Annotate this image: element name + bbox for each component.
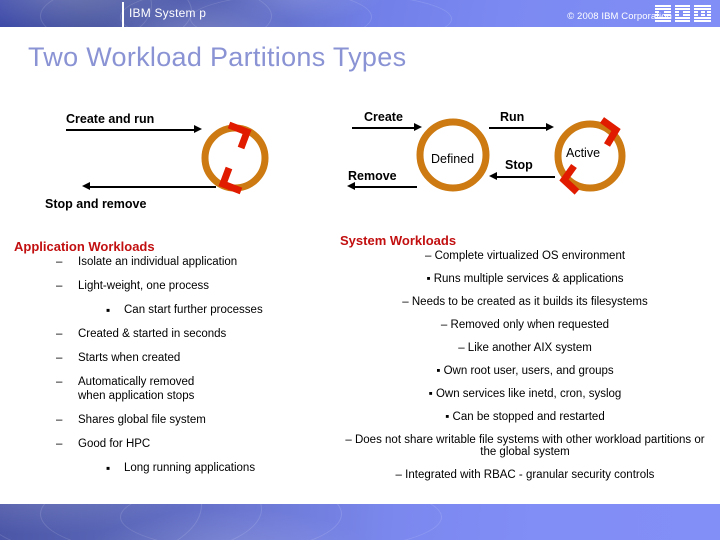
- diagram-label-create: Create: [364, 110, 403, 124]
- list-item: ▪ Own root user, users, and groups: [340, 365, 710, 377]
- footer-swirl-3: [40, 504, 342, 540]
- list-item: – Starts when created: [14, 351, 334, 365]
- list-item: ▪ Long running applications: [14, 461, 334, 475]
- heading-application-workloads: Application Workloads: [14, 239, 155, 254]
- list-item: – Removed only when requested: [340, 319, 710, 331]
- list-item-label: Long running applications: [124, 462, 256, 474]
- footer-swirl-2: [0, 504, 262, 540]
- list-item: – Shares global file system: [14, 413, 334, 427]
- lifecycle-ring-left: [201, 121, 269, 195]
- dash-bullet-icon: –: [56, 280, 63, 292]
- arrow-shaft-stop: [497, 176, 555, 178]
- arrow-shaft-run: [489, 127, 546, 129]
- dash-bullet-icon: –: [345, 434, 352, 446]
- list-item: ▪ Runs multiple services & applications: [340, 273, 710, 285]
- list-item-label: Like another AIX system: [467, 342, 592, 354]
- diagram-label-stop: Stop: [505, 158, 533, 172]
- dash-bullet-icon: –: [458, 342, 465, 354]
- square-bullet-icon: ▪: [436, 365, 441, 377]
- square-bullet-icon: ▪: [106, 461, 111, 475]
- list-item-label: Complete virtualized OS environment: [434, 250, 626, 262]
- list-item: ▪ Can start further processes: [14, 303, 334, 317]
- square-bullet-icon: ▪: [106, 303, 111, 317]
- list-item-label: Light-weight, one process: [78, 280, 210, 292]
- list-item: ▪ Own services like inetd, cron, syslog: [340, 388, 710, 400]
- list-item-label: Isolate an individual application: [78, 256, 238, 268]
- list-item-label: Needs to be created as it builds its fil…: [411, 296, 648, 308]
- list-item-label: Automatically removed when application s…: [78, 376, 195, 402]
- dash-bullet-icon: –: [395, 469, 402, 481]
- list-item-label: Can be stopped and restarted: [452, 411, 605, 423]
- dash-bullet-icon: –: [56, 438, 63, 450]
- application-workloads-list: – Isolate an individual application – Ligh…: [14, 255, 334, 485]
- list-item: – Isolate an individual application: [14, 255, 334, 269]
- arrow-head-stop-and-remove: [82, 182, 90, 190]
- list-item: – Light-weight, one process: [14, 279, 334, 293]
- list-item: – Integrated with RBAC - granular securi…: [340, 469, 710, 481]
- arrow-shaft-create-and-run: [66, 129, 194, 131]
- copyright-label: © 2008 IBM Corporation: [567, 11, 672, 22]
- list-item-label: Removed only when requested: [450, 319, 610, 331]
- heading-system-workloads: System Workloads: [340, 233, 457, 248]
- diagram-label-run: Run: [500, 110, 525, 124]
- state-label-active: Active: [566, 146, 601, 160]
- dash-bullet-icon: –: [440, 319, 448, 331]
- arrow-head-remove: [347, 182, 355, 190]
- footer-swirl-4: [120, 504, 442, 540]
- arrow-shaft-create: [352, 127, 414, 129]
- dash-bullet-icon: –: [56, 376, 63, 388]
- dash-bullet-icon: –: [56, 414, 63, 426]
- square-bullet-icon: ▪: [426, 273, 431, 285]
- page-title: Two Workload Partitions Types: [28, 42, 407, 72]
- list-item: ▪ Can be stopped and restarted: [340, 411, 710, 423]
- square-bullet-icon: ▪: [445, 411, 450, 423]
- list-item: – Does not share writable file systems w…: [340, 434, 710, 458]
- list-item: – Needs to be created as it builds its f…: [340, 296, 710, 308]
- header-swirl-5: [190, 0, 452, 27]
- square-bullet-icon: ▪: [428, 388, 433, 400]
- arrow-shaft-remove: [355, 186, 417, 188]
- list-item: – Created & started in seconds: [14, 327, 334, 341]
- system-workloads-list: – Complete virtualized OS environment ▪ …: [340, 250, 710, 492]
- list-item: – Automatically removed when application …: [14, 375, 334, 403]
- diagram-label-create-and-run: Create and run: [66, 112, 155, 126]
- dash-bullet-icon: –: [56, 352, 63, 364]
- list-item-label: Shares global file system: [78, 414, 206, 426]
- dash-bullet-icon: –: [56, 328, 63, 340]
- list-item-label: Own services like inetd, cron, syslog: [435, 388, 622, 400]
- state-label-defined: Defined: [431, 152, 475, 166]
- footer-band: [0, 504, 720, 540]
- list-item-label: Integrated with RBAC - granular security…: [405, 469, 655, 481]
- list-item: – Complete virtualized OS environment: [340, 250, 710, 262]
- dash-bullet-icon: –: [424, 250, 432, 262]
- list-item-label: Good for HPC: [78, 438, 151, 450]
- diagram-label-stop-and-remove: Stop and remove: [45, 197, 147, 211]
- list-item: – Good for HPC: [14, 437, 334, 451]
- workload-lifecycle-diagram: Create and run Stop and remove Create Re…: [0, 100, 720, 220]
- brand-label: IBM System p: [129, 6, 207, 20]
- list-item-label: Runs multiple services & applications: [433, 273, 624, 285]
- header-divider: [122, 2, 124, 28]
- list-item-label: Own root user, users, and groups: [443, 365, 614, 377]
- list-item-label: Created & started in seconds: [78, 328, 227, 340]
- dash-bullet-icon: –: [56, 256, 63, 268]
- dash-bullet-icon: –: [402, 296, 409, 308]
- footer-swirl-1: [0, 504, 202, 540]
- arrow-shaft-stop-and-remove: [90, 186, 216, 188]
- diagram-label-remove: Remove: [348, 169, 397, 183]
- list-item-label: Starts when created: [78, 352, 181, 364]
- list-item: – Like another AIX system: [340, 342, 710, 354]
- list-item-label: Can start further processes: [124, 304, 263, 316]
- list-item-label: Does not share writable file systems wit…: [354, 434, 705, 458]
